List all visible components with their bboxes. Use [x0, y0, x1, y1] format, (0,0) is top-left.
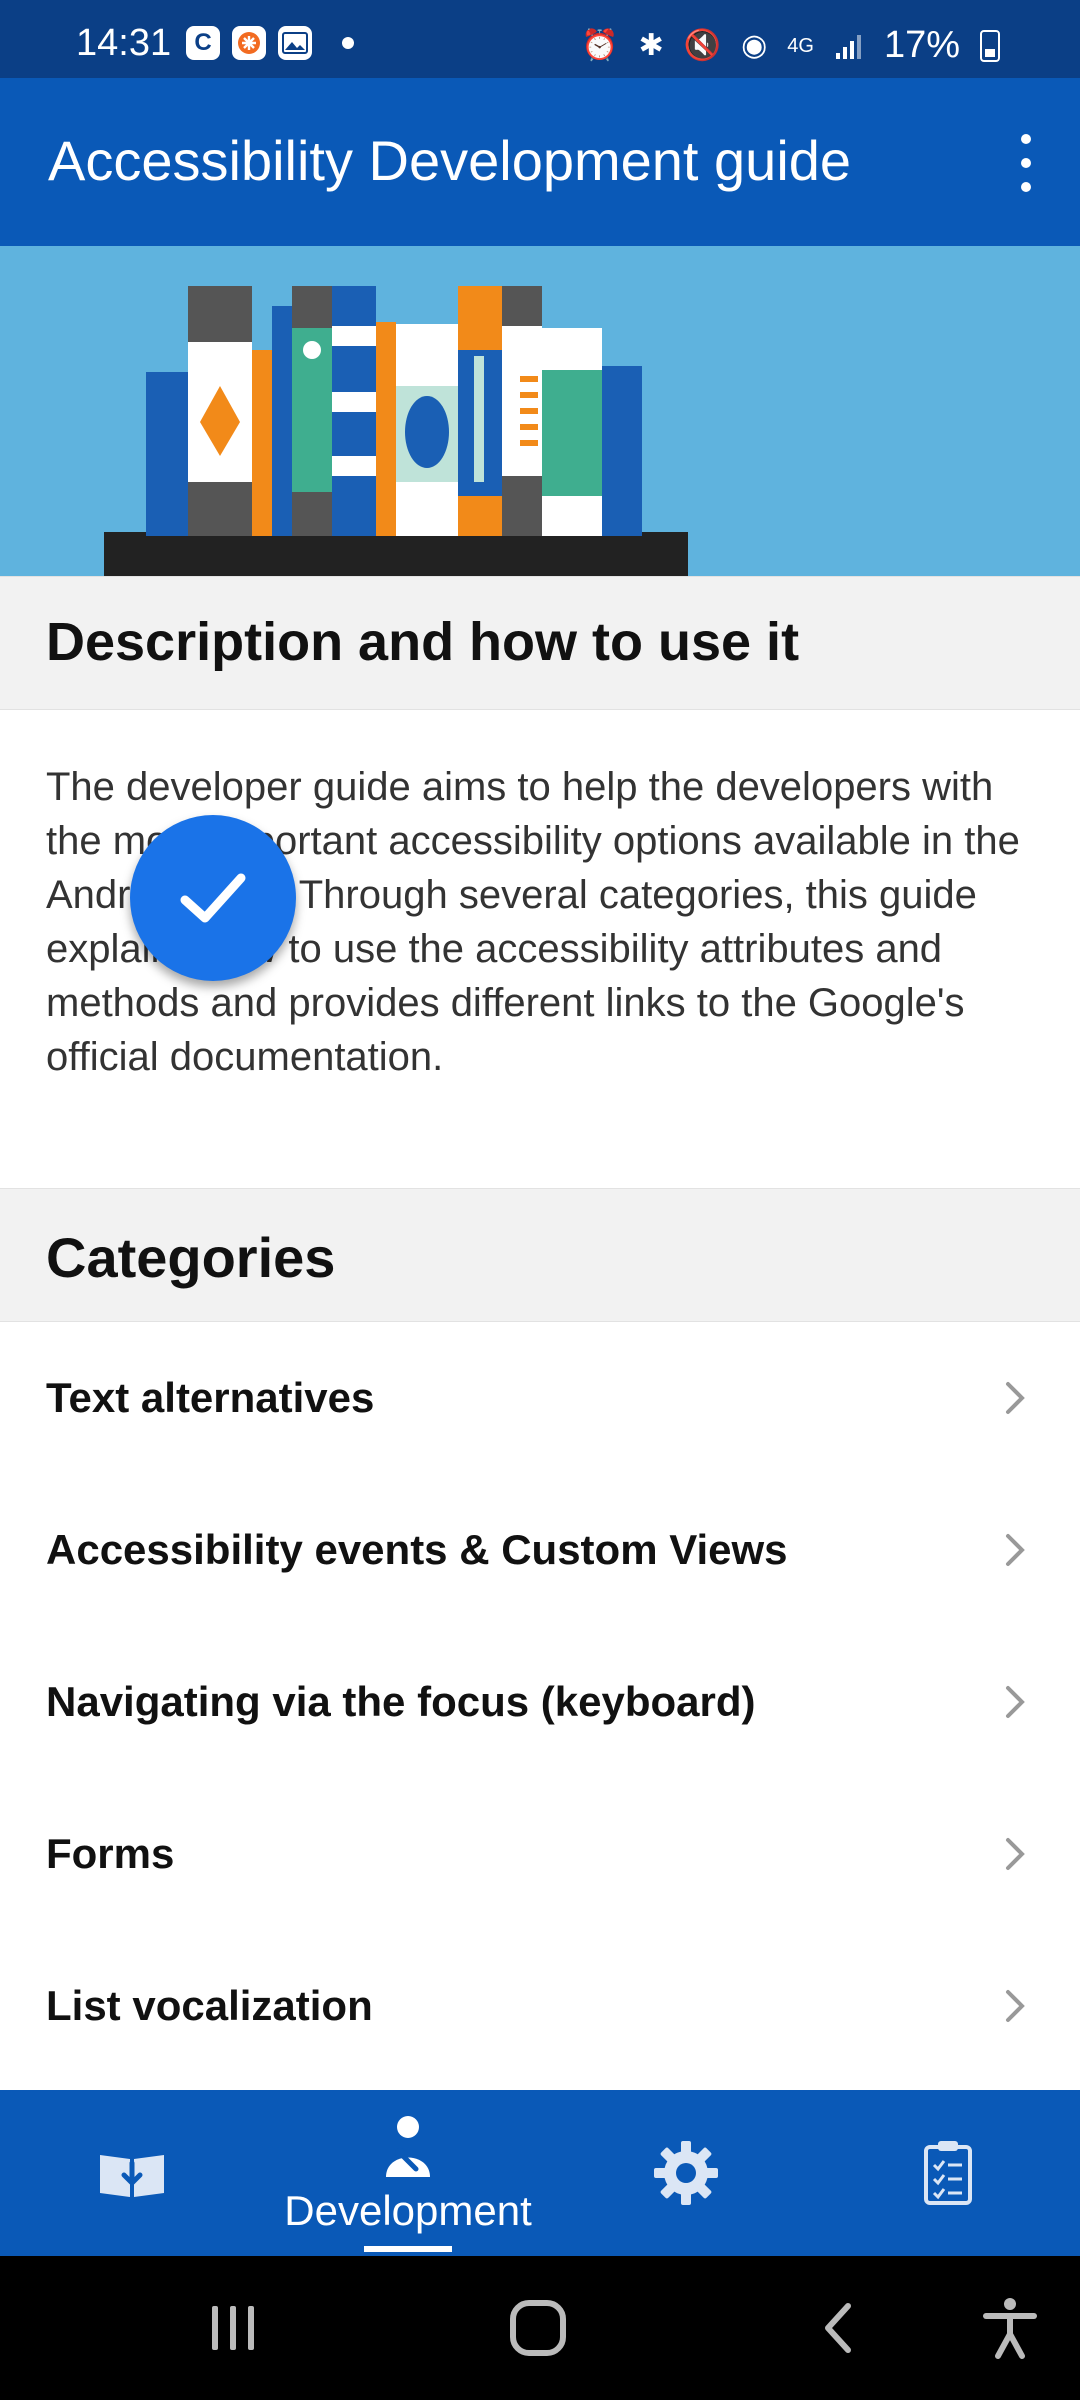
battery-percent: 17%	[883, 24, 960, 66]
category-label: Accessibility events & Custom Views	[46, 1526, 788, 1573]
app-bar: Accessibility Development guide	[0, 78, 1080, 246]
recents-icon[interactable]	[206, 2302, 262, 2354]
developer-wrench-icon	[386, 2116, 430, 2177]
signal-icon	[835, 34, 861, 59]
nav-selected-indicator	[364, 2246, 452, 2252]
chevron-right-icon	[1006, 1382, 1025, 1414]
description-section-header: Description and how to use it	[0, 576, 1080, 710]
category-label: Forms	[46, 1830, 175, 1877]
notification-dot-icon	[342, 37, 354, 49]
bottom-navigation: Development	[0, 2090, 1080, 2256]
system-navigation-bar	[0, 2256, 1080, 2400]
back-icon[interactable]	[818, 2300, 858, 2356]
c-badge-icon: C	[186, 26, 220, 60]
alarm-icon: ⏰	[581, 28, 619, 62]
category-item-list-vocalization[interactable]: List vocalization	[0, 1930, 1080, 2082]
categories-heading: Categories	[46, 1226, 336, 1289]
overflow-menu-icon[interactable]	[1012, 134, 1040, 192]
nav-item-settings[interactable]	[626, 2090, 746, 2256]
guide-download-icon	[100, 2155, 164, 2197]
status-bar: 14:31 C ⏰ ✱ 🔇 ◉ 4G 17%	[0, 0, 1080, 78]
books-illustration	[104, 286, 688, 576]
category-label: List vocalization	[46, 1982, 373, 2029]
accessibility-icon[interactable]	[982, 2296, 1038, 2360]
network-4g-icon: 4G	[787, 34, 814, 57]
status-right-icons: ⏰ ✱ 🔇 ◉ 4G 17%	[581, 24, 1000, 67]
hero-banner	[0, 246, 1080, 576]
category-label: Text alternatives	[46, 1374, 375, 1421]
settings-gear-icon	[654, 2141, 718, 2205]
categories-list: Text alternatives Accessibility events &…	[0, 1322, 1080, 2082]
home-icon[interactable]	[508, 2298, 568, 2358]
nav-item-guide[interactable]	[72, 2090, 192, 2256]
asterisk-badge-icon	[232, 26, 266, 60]
status-time: 14:31	[76, 22, 172, 64]
confirm-fab[interactable]	[130, 815, 296, 981]
chevron-right-icon	[1006, 1686, 1025, 1718]
checkmark-icon	[180, 873, 246, 923]
nav-label-development: Development	[284, 2187, 532, 2234]
chevron-right-icon	[1006, 1990, 1025, 2022]
status-left-icons: C	[186, 26, 354, 60]
description-heading: Description and how to use it	[46, 612, 800, 672]
category-item-accessibility-events[interactable]: Accessibility events & Custom Views	[0, 1474, 1080, 1626]
app-title: Accessibility Development guide	[48, 129, 852, 192]
nav-item-development[interactable]: Development	[256, 2090, 560, 2256]
mute-icon: 🔇	[683, 28, 722, 62]
category-item-forms[interactable]: Forms	[0, 1778, 1080, 1930]
bluetooth-icon: ✱	[638, 28, 664, 62]
categories-section-header: Categories	[0, 1188, 1080, 1322]
category-label: Navigating via the focus (keyboard)	[46, 1678, 756, 1725]
hotspot-icon: ◉	[741, 28, 768, 62]
battery-icon	[980, 29, 1000, 62]
checklist-clipboard-icon	[924, 2141, 972, 2205]
category-item-focus-navigation[interactable]: Navigating via the focus (keyboard)	[0, 1626, 1080, 1778]
image-icon	[278, 26, 312, 60]
chevron-right-icon	[1006, 1838, 1025, 1870]
category-item-text-alternatives[interactable]: Text alternatives	[0, 1322, 1080, 1474]
nav-item-checklist[interactable]	[888, 2090, 1008, 2256]
chevron-right-icon	[1006, 1534, 1025, 1566]
